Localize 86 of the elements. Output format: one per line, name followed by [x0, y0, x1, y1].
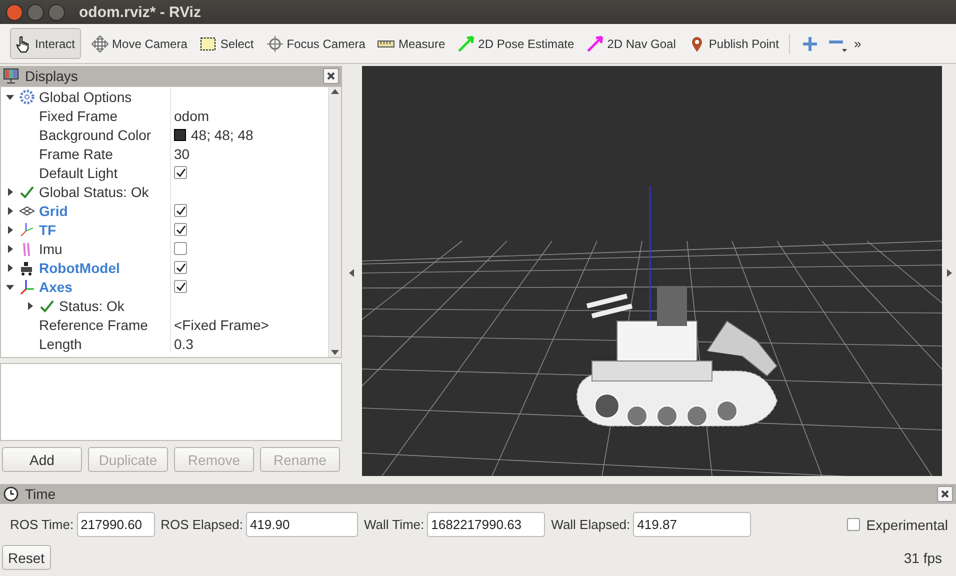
panel-title: Displays	[25, 68, 79, 84]
scrollbar[interactable]	[328, 87, 341, 357]
checkbox[interactable]	[174, 280, 187, 293]
tree-item-label[interactable]: Default Light	[39, 164, 118, 180]
tree-item-label[interactable]: Length	[39, 336, 82, 352]
scroll-down-arrow-icon[interactable]	[331, 347, 339, 357]
close-icon	[941, 490, 949, 498]
tool-button[interactable]: 2D Pose Estimate	[453, 28, 580, 59]
close-icon	[327, 72, 335, 80]
tree-item-label[interactable]: Axes	[39, 278, 72, 294]
monitor-icon	[3, 68, 19, 84]
color-swatch	[174, 128, 186, 140]
minimize-window-button[interactable]	[27, 4, 44, 20]
property-value[interactable]: 0.3	[174, 336, 194, 352]
close-button[interactable]	[937, 486, 953, 502]
property-value[interactable]: <Fixed Frame>	[174, 316, 269, 332]
tree-item-label[interactable]: Grid	[39, 202, 68, 218]
tree-item-label[interactable]: Global Options	[39, 88, 132, 104]
robot-icon	[19, 260, 35, 276]
selection-rectangle-icon	[199, 34, 218, 52]
tool-button[interactable]: Publish Point	[684, 28, 785, 59]
field-label: Wall Time:	[364, 517, 424, 532]
reset-button[interactable]: Reset	[2, 545, 51, 570]
tool-button[interactable]: Select	[195, 28, 260, 59]
field-label: ROS Time:	[10, 517, 74, 532]
expand-arrow-icon[interactable]	[6, 188, 14, 196]
checkbox[interactable]	[174, 204, 187, 217]
checkbox[interactable]	[847, 518, 860, 531]
checkmark-icon	[39, 298, 55, 314]
maximize-window-button[interactable]	[48, 4, 65, 20]
fps-counter: 31 fps	[904, 550, 942, 566]
checkbox[interactable]	[174, 242, 187, 255]
tree-item-label[interactable]: Frame Rate	[39, 146, 113, 162]
checkbox[interactable]	[174, 166, 187, 179]
tree-item-label[interactable]: Background Color	[39, 126, 152, 142]
tool-button[interactable]: Focus Camera	[262, 28, 372, 59]
property-value[interactable]: 48; 48; 48	[191, 126, 254, 142]
tree-item-label[interactable]: TF	[39, 222, 56, 238]
toolbar-overflow-button[interactable]: »	[854, 36, 862, 51]
tree-item-label[interactable]: Fixed Frame	[39, 108, 118, 124]
diagonal-arrow-icon	[457, 34, 476, 52]
axes-icon	[19, 278, 35, 294]
axes-icon	[19, 222, 35, 238]
field-label: Wall Elapsed:	[551, 517, 630, 532]
tree-item-label[interactable]: Imu	[39, 240, 62, 256]
crosshair-icon	[266, 34, 284, 52]
time-field[interactable]: 1682217990.63	[427, 512, 546, 537]
tree-item-label[interactable]: Reference Frame	[39, 316, 148, 332]
time-field[interactable]: 419.90	[246, 512, 358, 537]
tree-item-label[interactable]: Status: Ok	[59, 298, 124, 314]
checkmark-icon	[19, 184, 35, 200]
plus-icon	[802, 36, 818, 52]
close-button[interactable]	[323, 68, 339, 84]
collapse-arrow-icon[interactable]	[6, 92, 14, 100]
panel-button[interactable]: Add	[2, 447, 82, 472]
expand-arrow-icon[interactable]	[6, 244, 14, 252]
diagonal-arrow-icon	[586, 34, 604, 52]
move-arrows-icon	[91, 34, 110, 52]
tree-item-label[interactable]: RobotModel	[39, 260, 120, 276]
tool-button[interactable]: Move Camera	[87, 28, 194, 59]
time-field[interactable]: 419.87	[633, 512, 752, 537]
expand-arrow-icon[interactable]	[6, 206, 14, 214]
property-value[interactable]: odom	[174, 108, 210, 124]
tool-button[interactable]: Interact	[10, 28, 82, 59]
time-field[interactable]: 217990.60	[76, 512, 155, 537]
tree-item-label[interactable]: Global Status: Ok	[39, 184, 149, 200]
checkbox[interactable]	[174, 223, 187, 236]
window-title: odom.rviz* - RViz	[79, 4, 201, 20]
checkbox-label: Experimental	[866, 516, 948, 532]
panel-title: Time	[25, 486, 57, 502]
property-value[interactable]: 30	[174, 146, 190, 162]
expand-arrow-icon[interactable]	[6, 226, 14, 234]
close-window-button[interactable]	[6, 4, 23, 20]
field-label: ROS Elapsed:	[160, 517, 243, 532]
expand-arrow-icon[interactable]	[26, 302, 34, 310]
tool-button[interactable]: 2D Nav Goal	[582, 28, 682, 59]
gear-icon	[19, 88, 35, 104]
3d-viewport[interactable]	[362, 66, 942, 476]
tool-button[interactable]: Measure	[373, 28, 452, 59]
scroll-up-arrow-icon[interactable]	[331, 87, 339, 97]
collapse-arrow-icon[interactable]	[6, 282, 14, 290]
clock-icon	[3, 486, 19, 502]
checkbox[interactable]	[174, 261, 187, 274]
expand-right-icon[interactable]	[946, 269, 952, 277]
collapse-left-icon[interactable]	[349, 269, 355, 277]
expand-arrow-icon[interactable]	[6, 264, 14, 272]
